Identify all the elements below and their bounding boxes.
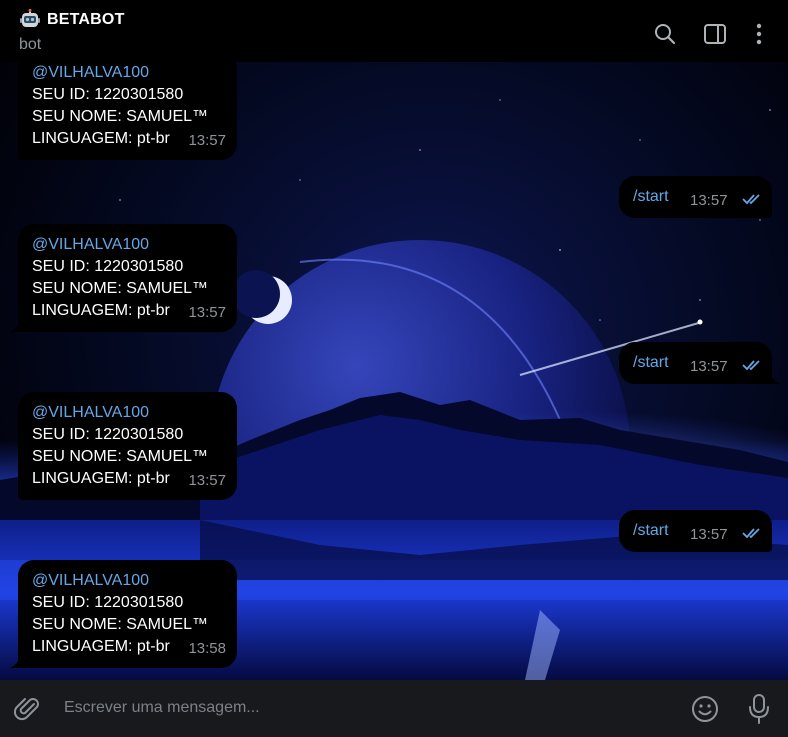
message-line: SEU NOME: SAMUEL™	[32, 448, 209, 465]
outgoing-message[interactable]: /start 13:57	[619, 342, 780, 384]
message-time: 13:57	[188, 304, 226, 321]
incoming-message[interactable]: @VILHALVA100 SEU ID: 1220301580 SEU NOME…	[10, 560, 237, 668]
user-mention-link[interactable]: @VILHALVA100	[32, 234, 237, 256]
message-time: 13:57	[188, 472, 226, 489]
user-mention-link[interactable]: @VILHALVA100	[32, 570, 237, 592]
message-line: SEU NOME: SAMUEL™	[32, 616, 209, 633]
message-time: 13:57	[690, 526, 728, 543]
message-time: 13:57	[690, 358, 728, 375]
outgoing-message[interactable]: /start 13:57	[619, 176, 772, 218]
bubble-tail	[770, 372, 780, 384]
message-line: SEU ID: 1220301580	[32, 594, 184, 611]
incoming-message[interactable]: @VILHALVA100 SEU ID: 1220301580 SEU NOME…	[18, 392, 237, 500]
message-time: 13:58	[188, 640, 226, 657]
robot-icon	[20, 9, 40, 27]
double-check-icon	[742, 528, 760, 539]
more-vertical-icon[interactable]	[746, 21, 772, 47]
chat-subtitle: bot	[19, 36, 42, 53]
message-time: 13:57	[188, 132, 226, 149]
bubble-tail	[10, 656, 20, 668]
incoming-message[interactable]: @VILHALVA100 SEU ID: 1220301580 SEU NOME…	[10, 224, 237, 332]
bubble-tail	[10, 320, 20, 332]
message-line: SEU ID: 1220301580	[32, 426, 184, 443]
double-check-icon	[742, 194, 760, 205]
message-line: SEU NOME: SAMUEL™	[32, 280, 209, 297]
bot-command-link[interactable]: /start	[633, 186, 669, 208]
user-mention-link[interactable]: @VILHALVA100	[32, 62, 237, 84]
emoji-icon[interactable]	[690, 694, 720, 724]
message-input[interactable]	[64, 696, 664, 720]
chat-title[interactable]: BETABOT	[47, 11, 125, 29]
attach-icon[interactable]	[14, 695, 42, 723]
message-list[interactable]: @VILHALVA100 SEU ID: 1220301580 SEU NOME…	[0, 62, 788, 680]
user-mention-link[interactable]: @VILHALVA100	[32, 402, 237, 424]
chat-header: BETABOT bot	[0, 0, 788, 62]
search-icon[interactable]	[652, 21, 678, 47]
outgoing-message[interactable]: /start 13:57	[619, 510, 772, 552]
microphone-icon[interactable]	[746, 693, 772, 725]
message-composer	[0, 680, 788, 737]
sidebar-toggle-icon[interactable]	[702, 21, 728, 47]
message-line: SEU NOME: SAMUEL™	[32, 108, 209, 125]
message-time: 13:57	[690, 192, 728, 209]
message-line: SEU ID: 1220301580	[32, 86, 184, 103]
double-check-icon	[742, 360, 760, 371]
incoming-message[interactable]: @VILHALVA100 SEU ID: 1220301580 SEU NOME…	[18, 62, 237, 160]
message-line: SEU ID: 1220301580	[32, 258, 184, 275]
bot-command-link[interactable]: /start	[633, 352, 669, 374]
bot-command-link[interactable]: /start	[633, 520, 669, 542]
